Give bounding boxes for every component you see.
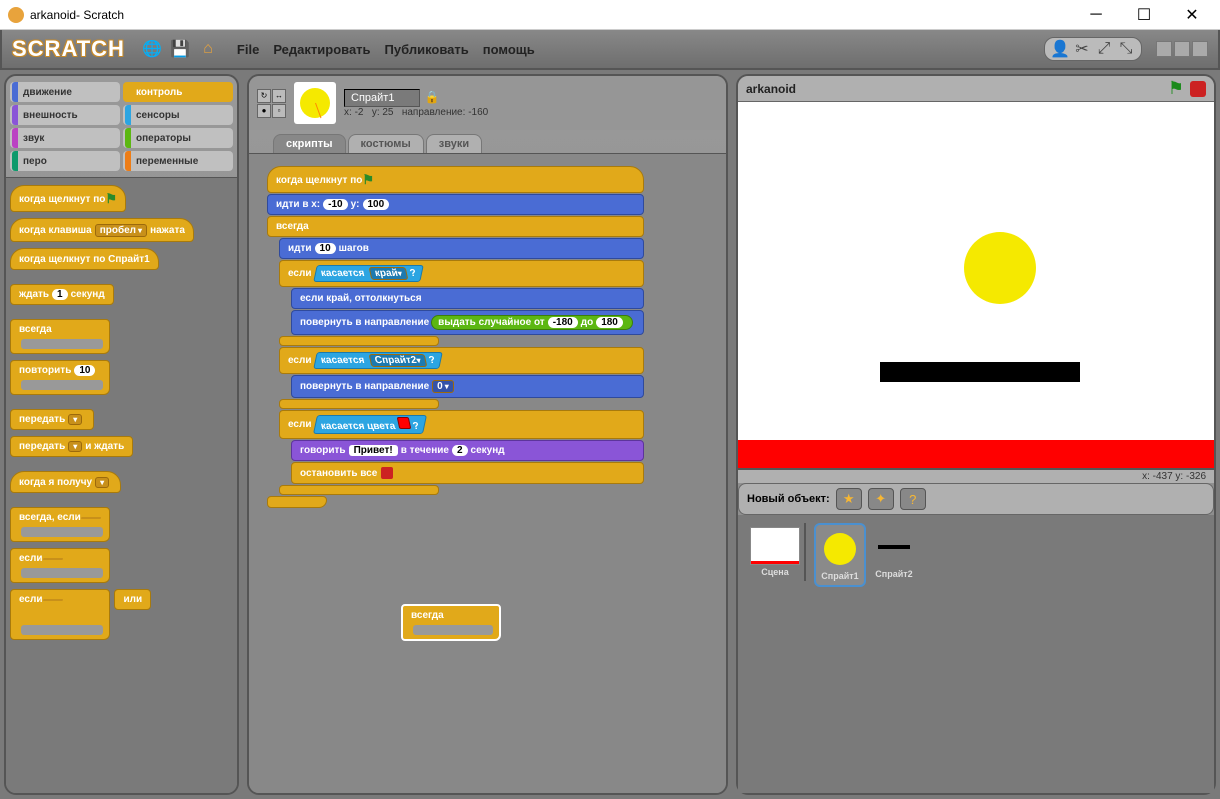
category-control[interactable]: контроль xyxy=(123,82,233,102)
export-button[interactable]: ▫ xyxy=(272,104,286,118)
block-broadcast-wait[interactable]: передатьи ждать xyxy=(10,436,133,457)
block-forever-if[interactable]: всегда, если xyxy=(10,507,110,542)
sprite-name-input[interactable] xyxy=(344,89,420,107)
scene-thumbnail[interactable] xyxy=(750,527,800,565)
view-full-button[interactable] xyxy=(1192,41,1208,57)
block-else[interactable]: или xyxy=(114,589,151,610)
stage[interactable] xyxy=(738,102,1214,470)
stage-paddle[interactable] xyxy=(880,362,1080,382)
sprite-item-1[interactable]: Спрайт1 xyxy=(814,523,866,587)
rotate-none-button[interactable]: ● xyxy=(257,104,271,118)
block-when-receive[interactable]: когда я получу xyxy=(10,471,121,493)
close-button[interactable]: ✕ xyxy=(1172,1,1212,29)
category-motion[interactable]: движение xyxy=(10,82,120,102)
category-pen[interactable]: перо xyxy=(10,151,120,171)
s-endforever[interactable] xyxy=(267,496,327,508)
s-if3[interactable]: если касается цвета ? xyxy=(279,410,644,439)
s-pointdir2[interactable]: повернуть в направление0 xyxy=(291,375,644,398)
category-sensing[interactable]: сенсоры xyxy=(123,105,233,125)
stage-title: arkanoid xyxy=(746,82,796,96)
block-repeat[interactable]: повторить10 xyxy=(10,360,110,395)
menu-help[interactable]: помощь xyxy=(483,42,535,57)
sprite-item-2[interactable]: Спрайт2 xyxy=(870,523,918,583)
category-looks[interactable]: внешность xyxy=(10,105,120,125)
category-sound[interactable]: звук xyxy=(10,128,120,148)
window-titlebar: arkanoid- Scratch ─ ☐ ✕ xyxy=(0,0,1220,30)
block-palette: когда щелкнут по ⚑ когда клавишапробелна… xyxy=(6,177,237,793)
s-endif3[interactable] xyxy=(279,485,439,495)
category-variables[interactable]: переменные xyxy=(123,151,233,171)
s-endif2[interactable] xyxy=(279,399,439,409)
s-if1[interactable]: если касается край? xyxy=(279,260,644,287)
tab-sounds[interactable]: звуки xyxy=(426,134,482,153)
block-when-sprite[interactable]: когда щелкнут по Спрайт1 xyxy=(10,248,159,270)
s-when-flag[interactable]: когда щелкнут по ⚑ xyxy=(267,166,644,193)
view-small-button[interactable] xyxy=(1156,41,1172,57)
home-icon[interactable]: ⌂ xyxy=(197,38,219,60)
logo: SCRATCH xyxy=(12,36,125,62)
block-palette-panel: движение контроль внешность сенсоры звук… xyxy=(4,74,239,795)
category-operators[interactable]: операторы xyxy=(123,128,233,148)
s-bounce[interactable]: если край, оттолкнуться xyxy=(291,288,644,309)
new-object-label: Новый объект: xyxy=(747,493,830,505)
script-panel: ↻ ↔ ● ▫ 🔒 x: -2 y: 25 направление: -160 … xyxy=(247,74,728,795)
menu-publish[interactable]: Публиковать xyxy=(385,42,469,57)
shrink-tool-icon[interactable]: ⤡ xyxy=(1117,40,1135,58)
stamp-tool-icon[interactable]: 👤 xyxy=(1051,40,1069,58)
menu-edit[interactable]: Редактировать xyxy=(273,42,370,57)
app-icon xyxy=(8,7,24,23)
tab-scripts[interactable]: скрипты xyxy=(273,134,346,153)
s-stop[interactable]: остановить все xyxy=(291,462,644,484)
block-if[interactable]: если xyxy=(10,548,110,583)
paint-sprite-button[interactable]: ★ xyxy=(836,488,862,510)
stage-floor xyxy=(738,440,1214,468)
window-title: arkanoid- Scratch xyxy=(30,8,124,22)
stage-panel: arkanoid ⚑ x: -437 y: -326 Новый объект:… xyxy=(736,74,1216,795)
surprise-sprite-button[interactable]: ? xyxy=(900,488,926,510)
toolbar: SCRATCH 🌐 💾 ⌂ File Редактировать Публико… xyxy=(0,30,1220,70)
rotate-lr-button[interactable]: ↔ xyxy=(272,89,286,103)
scene-label: Сцена xyxy=(761,567,788,577)
block-when-flag[interactable]: когда щелкнут по ⚑ xyxy=(10,185,126,212)
stop-button[interactable] xyxy=(1190,81,1206,97)
s-pointdir1[interactable]: повернуть в направление выдать случайное… xyxy=(291,310,644,335)
sprite-thumbnail xyxy=(294,82,336,124)
block-wait[interactable]: ждать1секунд xyxy=(10,284,114,305)
view-normal-button[interactable] xyxy=(1174,41,1190,57)
sprite-coords: x: -2 y: 25 направление: -160 xyxy=(344,107,488,118)
stage-ball[interactable] xyxy=(964,232,1036,304)
s-move[interactable]: идти10шагов xyxy=(279,238,644,259)
menu-file[interactable]: File xyxy=(237,42,259,57)
mouse-coords: x: -437 y: -326 xyxy=(738,470,1214,483)
globe-icon[interactable]: 🌐 xyxy=(141,38,163,60)
s-say[interactable]: говоритьПривет!в течение2секунд xyxy=(291,440,644,461)
lock-icon[interactable]: 🔒 xyxy=(424,90,439,104)
choose-sprite-button[interactable]: ✦ xyxy=(868,488,894,510)
green-flag-button[interactable]: ⚑ xyxy=(1168,78,1184,99)
tab-costumes[interactable]: костюмы xyxy=(348,134,424,153)
block-broadcast[interactable]: передать xyxy=(10,409,94,430)
s-forever[interactable]: всегда xyxy=(267,216,644,237)
maximize-button[interactable]: ☐ xyxy=(1124,1,1164,29)
s-endif1[interactable] xyxy=(279,336,439,346)
minimize-button[interactable]: ─ xyxy=(1076,1,1116,29)
s-if2[interactable]: если касается Спрайт2? xyxy=(279,347,644,374)
cut-tool-icon[interactable]: ✂ xyxy=(1073,40,1091,58)
detached-forever[interactable]: всегда xyxy=(401,604,501,641)
rotate-full-button[interactable]: ↻ xyxy=(257,89,271,103)
block-when-key[interactable]: когда клавишапробелнажата xyxy=(10,218,194,242)
script-area[interactable]: когда щелкнут по ⚑ идти в x:-10y:100 все… xyxy=(249,153,726,793)
block-forever[interactable]: всегда xyxy=(10,319,110,354)
save-icon[interactable]: 💾 xyxy=(169,38,191,60)
grow-tool-icon[interactable]: ⤢ xyxy=(1095,40,1113,58)
s-goto[interactable]: идти в x:-10y:100 xyxy=(267,194,644,215)
sprite-list: Сцена Спрайт1 Спрайт2 xyxy=(738,515,1214,793)
block-if-else[interactable]: если xyxy=(10,589,110,640)
